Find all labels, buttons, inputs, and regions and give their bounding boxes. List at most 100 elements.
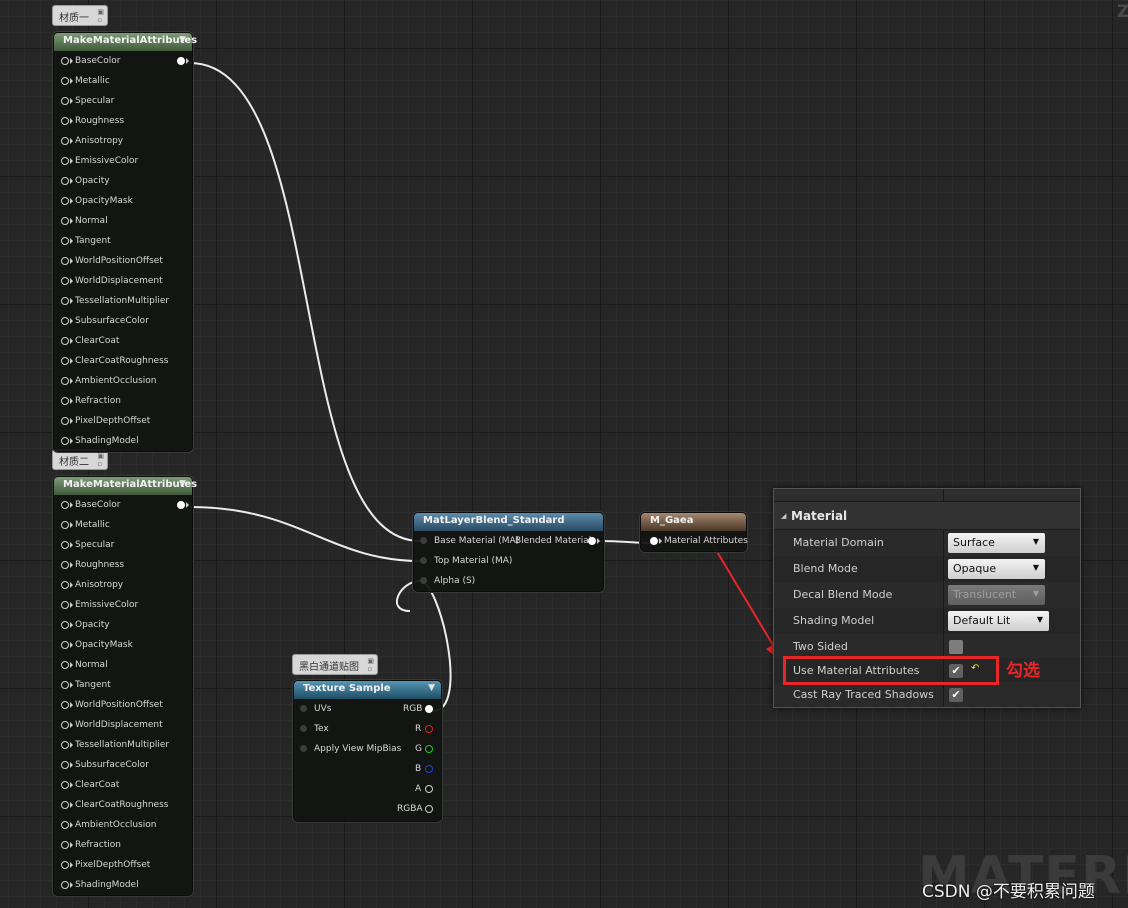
input-pin-icon[interactable] [61,741,69,749]
input-pin-icon[interactable] [61,237,69,245]
input-pin-row[interactable]: Normal [54,211,192,231]
texture-sample-node[interactable]: Texture Sample ▼ UVs RGB Tex R Apply Vie… [293,680,442,822]
input-pin-row[interactable]: Roughness [54,111,192,131]
node-header[interactable]: MatLayerBlend_Standard [414,513,603,531]
input-pin-row[interactable]: PixelDepthOffset [54,411,192,431]
material-domain-dropdown[interactable]: Surface ▼ [948,533,1045,553]
input-pin-row[interactable]: BaseColor [54,51,192,71]
shading-model-dropdown[interactable]: Default Lit ▼ [948,611,1049,631]
pin-base-material[interactable]: Base Material (MA) Blended Material [414,531,603,551]
output-pin-icon[interactable] [425,805,433,813]
pin-row-b[interactable]: B [294,759,441,779]
input-pin-icon[interactable] [61,137,69,145]
input-pin-row[interactable]: EmissiveColor [54,151,192,171]
input-pin-row[interactable]: ShadingModel [54,431,192,451]
input-pin-icon[interactable] [61,801,69,809]
input-pin-row[interactable]: OpacityMask [54,635,192,655]
output-pin-blue-icon[interactable] [425,765,433,773]
input-pin-row[interactable]: AmbientOcclusion [54,371,192,391]
input-pin-icon[interactable] [61,257,69,265]
pin-alpha[interactable]: Alpha (S) [414,571,603,591]
output-pin-icon[interactable] [425,785,433,793]
input-pin-icon[interactable] [61,77,69,85]
input-pin-icon[interactable] [61,661,69,669]
input-pin-row[interactable]: Refraction [54,835,192,855]
input-pin-icon[interactable] [61,861,69,869]
input-pin-icon[interactable] [61,197,69,205]
input-pin-row[interactable]: Anisotropy [54,131,192,151]
input-pin-icon[interactable] [61,97,69,105]
comment-material-two[interactable]: 材质二 ▣ ▫ [52,449,108,470]
input-pin-row[interactable]: Specular [54,535,192,555]
node-header[interactable]: M_Gaea [641,513,746,531]
cast-ray-traced-shadows-checkbox[interactable]: ✔ [949,688,963,702]
input-pin-icon[interactable] [61,641,69,649]
input-pin-row[interactable]: PixelDepthOffset [54,855,192,875]
input-pin-row[interactable]: Anisotropy [54,575,192,595]
input-pin-row[interactable]: Tangent [54,675,192,695]
input-pin-row[interactable]: Normal [54,655,192,675]
input-pin-row[interactable]: Metallic [54,515,192,535]
input-pin-icon[interactable] [61,317,69,325]
pin-material-attributes[interactable]: Material Attributes [641,531,748,551]
input-pin-icon[interactable] [420,557,427,564]
input-pin-icon[interactable] [61,297,69,305]
pin-row-a[interactable]: A [294,779,441,799]
input-pin-row[interactable]: Metallic [54,71,192,91]
pin-row-rgba[interactable]: RGBA [294,799,441,819]
input-pin-icon[interactable] [61,277,69,285]
two-sided-checkbox[interactable] [949,640,963,654]
input-pin-icon[interactable] [61,377,69,385]
output-pin-red-icon[interactable] [425,725,433,733]
input-pin-icon[interactable] [61,501,69,509]
make-material-attributes-node-1[interactable]: MakeMaterialAttributes ▼ BaseColor Metall… [53,32,197,452]
input-pin-row[interactable]: Refraction [54,391,192,411]
output-pin-green-icon[interactable] [425,745,433,753]
input-pin-row[interactable]: TessellationMultiplier [54,291,192,311]
input-pin-row[interactable]: Opacity [54,615,192,635]
input-pin-row[interactable]: SubsurfaceColor [54,755,192,775]
input-pin-icon[interactable] [61,681,69,689]
input-pin-row[interactable]: WorldPositionOffset [54,695,192,715]
input-pin-row[interactable]: ClearCoat [54,775,192,795]
input-pin-icon[interactable] [61,177,69,185]
blend-mode-dropdown[interactable]: Opaque ▼ [948,559,1045,579]
input-pin-icon[interactable] [61,701,69,709]
m-gaea-node[interactable]: M_Gaea Material Attributes [640,512,748,552]
output-pin-icon[interactable] [425,705,433,713]
input-pin-icon[interactable] [61,217,69,225]
comment-bw-map[interactable]: 黑白通道贴图 ▣ ▫ [292,654,378,675]
output-pin-icon[interactable] [177,57,185,65]
input-pin-row[interactable]: WorldDisplacement [54,271,192,291]
expand-triangle-icon[interactable]: ◢ [781,512,786,520]
input-pin-icon[interactable] [61,57,69,65]
comment-material-one[interactable]: 材质一 ▣ ▫ [52,5,108,26]
input-pin-row[interactable]: ClearCoat [54,331,192,351]
input-pin-icon[interactable] [61,821,69,829]
make-material-attributes-node-2[interactable]: MakeMaterialAttributes ▼ BaseColor Metall… [53,476,197,896]
input-pin-row[interactable]: Tangent [54,231,192,251]
input-pin-icon[interactable] [61,541,69,549]
input-pin-icon[interactable] [61,561,69,569]
category-header-material[interactable]: ◢ Material [774,502,1080,530]
mat-layer-blend-node[interactable]: MatLayerBlend_Standard Base Material (MA… [413,512,604,592]
input-pin-icon[interactable] [61,521,69,529]
input-pin-icon[interactable] [61,781,69,789]
input-pin-icon[interactable] [61,117,69,125]
collapse-arrow-icon[interactable]: ▼ [428,683,435,693]
input-pin-icon[interactable] [61,761,69,769]
input-pin-row[interactable]: Opacity [54,171,192,191]
input-pin-icon[interactable] [300,725,307,732]
collapse-arrow-icon[interactable]: ▼ [179,35,186,45]
input-pin-icon[interactable] [61,157,69,165]
input-pin-row[interactable]: OpacityMask [54,191,192,211]
input-pin-row[interactable]: WorldDisplacement [54,715,192,735]
output-pin-icon[interactable] [588,537,596,545]
input-pin-icon[interactable] [61,337,69,345]
input-pin-icon[interactable] [61,621,69,629]
node-header[interactable]: Texture Sample ▼ [294,681,441,699]
input-pin-row[interactable]: SubsurfaceColor [54,311,192,331]
input-pin-icon[interactable] [61,601,69,609]
pin-top-material[interactable]: Top Material (MA) [414,551,603,571]
input-pin-icon[interactable] [61,437,69,445]
